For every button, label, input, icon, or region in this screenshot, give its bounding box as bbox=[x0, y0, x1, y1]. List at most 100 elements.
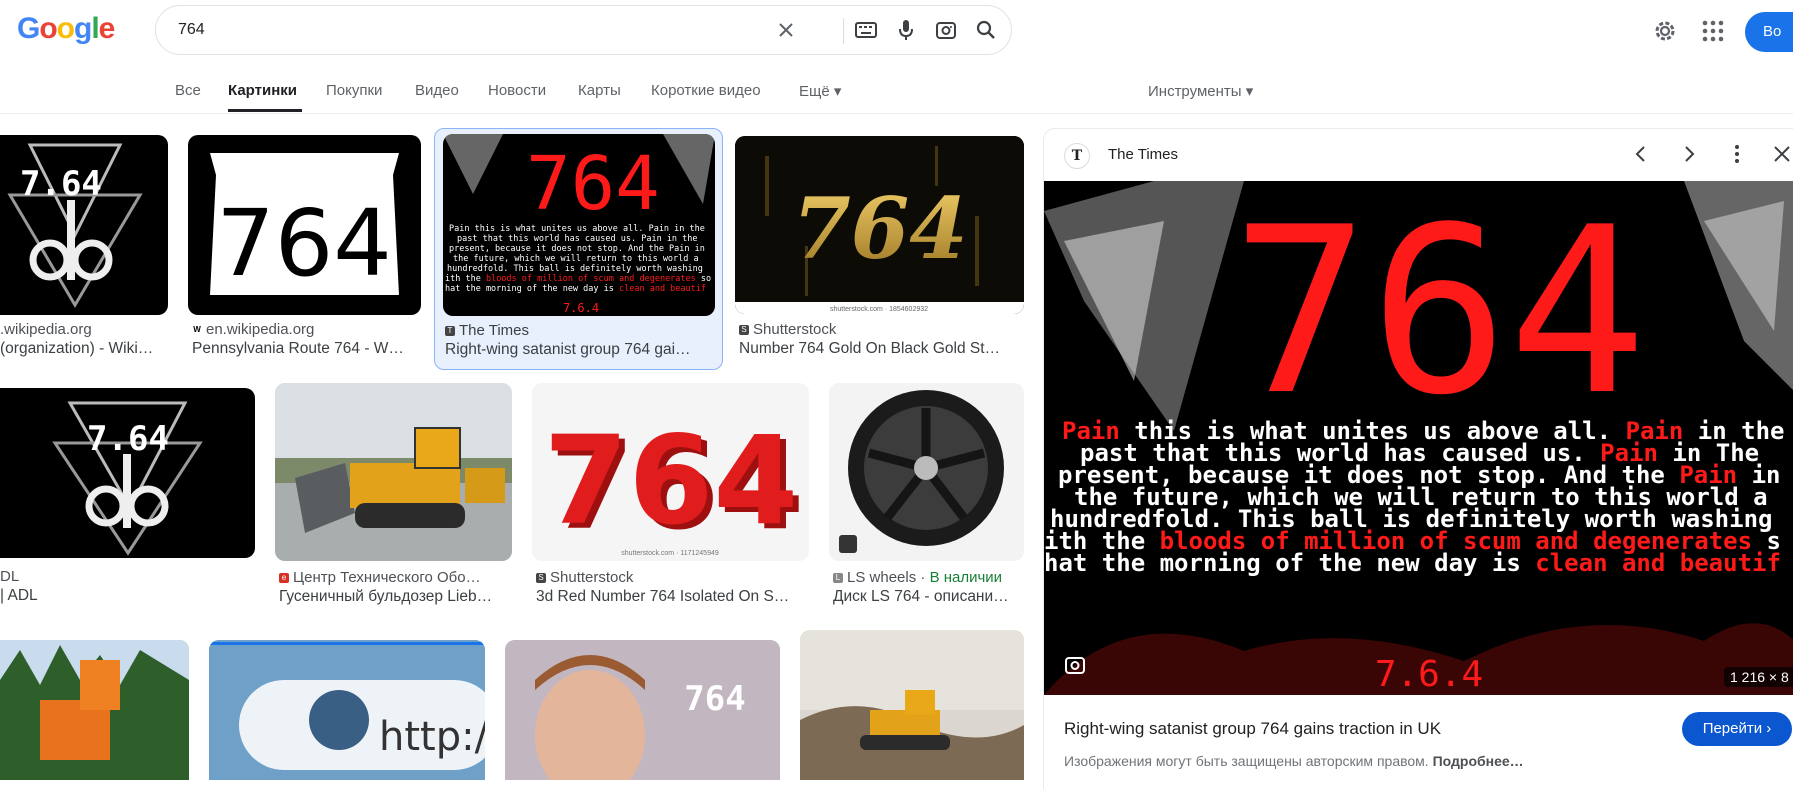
microphone-icon[interactable] bbox=[886, 6, 926, 54]
tab-shopping[interactable]: Покупки bbox=[326, 82, 382, 99]
image-dimensions: 1 216 × 8 bbox=[1724, 667, 1793, 687]
lens-camera-icon[interactable] bbox=[926, 6, 966, 54]
svg-text:past that this world has cause: past that this world has caused us. Pain… bbox=[457, 234, 698, 244]
result-source[interactable]: T The Times bbox=[445, 322, 715, 339]
result-thumbnail[interactable] bbox=[800, 630, 1024, 780]
availability-badge: В наличии bbox=[929, 569, 1003, 586]
result-source-text: Центр Технического Обо… bbox=[293, 569, 481, 586]
more-options-icon[interactable] bbox=[1725, 142, 1749, 171]
the-times-icon: T bbox=[445, 326, 455, 337]
result-title[interactable]: Pennsylvania Route 764 - W… bbox=[192, 340, 422, 358]
shutterstock-icon: S bbox=[536, 573, 546, 584]
result-title[interactable]: Number 764 Gold On Black Gold St… bbox=[739, 340, 1024, 358]
wikipedia-icon: W bbox=[192, 325, 202, 336]
svg-text:hundredfold. This ball is defi: hundredfold. This ball is definitely wor… bbox=[447, 264, 703, 274]
thumb-url-text: http://w bbox=[379, 714, 485, 760]
search-icon[interactable] bbox=[966, 6, 1006, 54]
result-source[interactable]: L LS wheels · В наличии bbox=[833, 569, 1028, 586]
close-icon[interactable] bbox=[1770, 142, 1793, 171]
goto-button[interactable]: Перейти › bbox=[1682, 712, 1792, 746]
lens-search-icon[interactable] bbox=[1064, 655, 1086, 682]
result-source[interactable]: .wikipedia.org bbox=[0, 321, 168, 338]
logo-letter: o bbox=[56, 12, 75, 45]
thumb-route-number: 764 bbox=[216, 190, 392, 297]
result-thumbnail[interactable]: 7.64 bbox=[0, 388, 255, 558]
thumb-logo-text: 7.64 bbox=[20, 164, 102, 204]
site-icon: e bbox=[279, 573, 289, 584]
search-divider bbox=[843, 18, 844, 44]
logo-letter: g bbox=[74, 12, 92, 45]
settings-gear-icon[interactable] bbox=[1652, 18, 1678, 44]
thumb-gold-number: 764 bbox=[792, 179, 967, 278]
result-thumbnail[interactable]: http://w bbox=[209, 640, 485, 780]
header-divider bbox=[0, 113, 1793, 114]
result-source[interactable]: Wen.wikipedia.org bbox=[192, 321, 422, 338]
result-source-text: en.wikipedia.org bbox=[206, 321, 315, 338]
result-thumbnail[interactable]: 764 shutterstock.com · 1854602932 bbox=[735, 136, 1024, 314]
panel-source[interactable]: The Times bbox=[1108, 146, 1178, 163]
thumb-watermark: shutterstock.com · 1854602932 bbox=[830, 306, 928, 313]
result-title[interactable]: | ADL bbox=[0, 587, 255, 605]
site-icon: L bbox=[833, 573, 843, 584]
image-preview-panel: T The Times 764 Pain this is what unites… bbox=[1043, 128, 1793, 789]
result-source-text: Shutterstock bbox=[753, 321, 837, 338]
thumb-red-3d-number: 764 bbox=[544, 410, 799, 552]
tab-images[interactable]: Картинки bbox=[228, 82, 297, 99]
result-source-text: LS wheels bbox=[847, 569, 917, 586]
the-times-icon: T bbox=[1064, 143, 1090, 169]
result-source[interactable]: S Shutterstock bbox=[739, 321, 1024, 338]
result-source[interactable]: DL bbox=[0, 568, 255, 585]
logo-letter: o bbox=[39, 12, 57, 45]
logo-letter: e bbox=[98, 12, 116, 45]
result-title[interactable]: Right-wing satanist group 764 gai… bbox=[445, 341, 715, 359]
preview-big-number: 764 bbox=[1231, 181, 1646, 446]
result-card-selected[interactable]: 764 Pain this is what unites us above al… bbox=[434, 128, 723, 370]
svg-text:ith the bloods of million of s: ith the bloods of million of scum and de… bbox=[445, 274, 711, 284]
next-image-icon[interactable] bbox=[1677, 142, 1701, 171]
tools-button[interactable]: Инструменты ▾ bbox=[1148, 82, 1253, 100]
search-box bbox=[155, 5, 1012, 55]
result-thumbnail[interactable]: 7.64 bbox=[0, 135, 168, 315]
prev-image-icon[interactable] bbox=[1629, 142, 1653, 171]
result-thumbnail[interactable] bbox=[275, 383, 512, 561]
panel-title[interactable]: Right-wing satanist group 764 gains trac… bbox=[1064, 719, 1441, 739]
apps-grid-icon[interactable] bbox=[1700, 18, 1726, 44]
thumb-logo-text: 7.64 bbox=[87, 419, 169, 459]
learn-more-link[interactable]: Подробнее… bbox=[1433, 753, 1524, 769]
result-thumbnail[interactable] bbox=[0, 640, 189, 780]
result-source[interactable]: e Центр Технического Обо… bbox=[279, 569, 512, 586]
google-logo[interactable]: Google bbox=[17, 12, 116, 46]
thumb-red-number: 764 bbox=[526, 141, 660, 227]
result-source-text: Shutterstock bbox=[550, 569, 634, 586]
clear-icon[interactable] bbox=[766, 6, 806, 54]
shutterstock-icon: S bbox=[739, 325, 749, 336]
result-thumbnail[interactable]: 764 bbox=[188, 135, 421, 315]
result-title[interactable]: Диск LS 764 - описани… bbox=[833, 588, 1028, 606]
active-tab-indicator bbox=[228, 109, 302, 112]
result-title[interactable]: (organization) - Wiki… bbox=[0, 340, 168, 358]
tab-all[interactable]: Все bbox=[175, 82, 201, 99]
result-thumbnail[interactable]: 764 bbox=[505, 640, 780, 780]
svg-text:764: 764 bbox=[684, 679, 745, 719]
result-source[interactable]: S Shutterstock bbox=[536, 569, 809, 586]
result-title[interactable]: Гусеничный бульдозер Lieb… bbox=[279, 588, 512, 606]
search-input[interactable] bbox=[176, 20, 780, 40]
tab-maps[interactable]: Карты bbox=[578, 82, 621, 99]
result-thumbnail[interactable] bbox=[829, 383, 1024, 561]
result-thumbnail[interactable]: 764 764 shutterstock.com · 1171245949 bbox=[532, 383, 809, 561]
logo-letter: l bbox=[91, 12, 99, 45]
tab-news[interactable]: Новости bbox=[488, 82, 546, 99]
preview-image[interactable]: 764 Pain this is what unites us above al… bbox=[1044, 181, 1793, 695]
tab-short-videos[interactable]: Короткие видео bbox=[651, 82, 761, 99]
tab-more[interactable]: Ещё ▾ bbox=[799, 82, 841, 100]
svg-text:hat the morning of the new day: hat the morning of the new day is clean … bbox=[445, 284, 706, 294]
sign-in-button[interactable]: Во bbox=[1745, 12, 1793, 52]
keyboard-icon[interactable] bbox=[846, 6, 886, 54]
preview-footer-text: 7.6.4 bbox=[1375, 654, 1483, 695]
logo-letter: G bbox=[17, 12, 40, 45]
result-thumbnail[interactable]: 764 Pain this is what unites us above al… bbox=[443, 134, 715, 316]
result-title[interactable]: 3d Red Number 764 Isolated On S… bbox=[536, 588, 809, 606]
tab-videos[interactable]: Видео bbox=[415, 82, 459, 99]
thumb-watermark: shutterstock.com · 1171245949 bbox=[621, 550, 719, 557]
svg-text:the future, which we will retu: the future, which we will return to this… bbox=[453, 254, 699, 264]
